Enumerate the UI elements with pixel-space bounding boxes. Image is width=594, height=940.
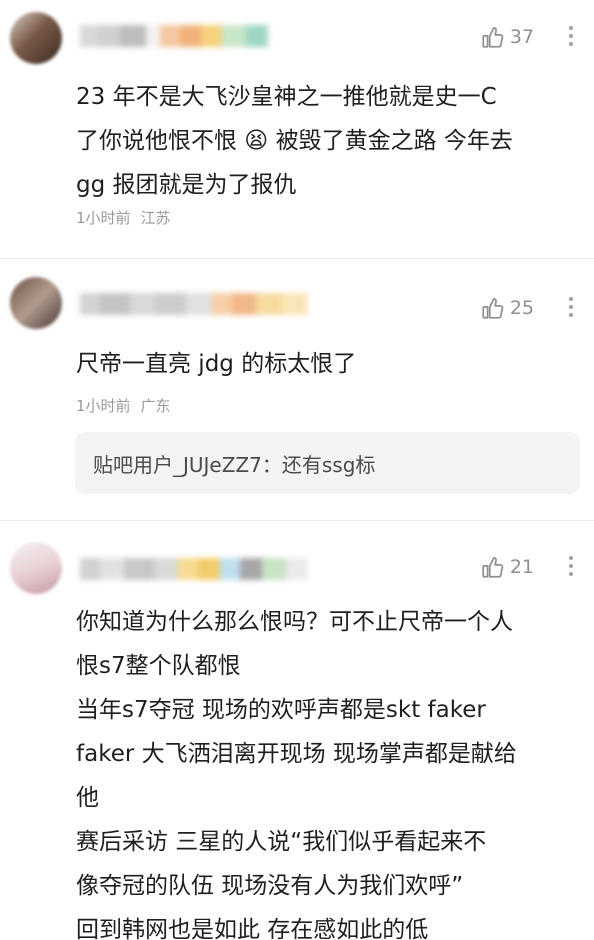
comment-location: 江苏 xyxy=(140,209,171,227)
thumbs-up-icon xyxy=(482,27,504,48)
username-blurred[interactable] xyxy=(80,558,308,580)
more-options-icon[interactable] xyxy=(568,26,574,46)
comment-text: 尺帝一直亮 jdg 的标太恨了 xyxy=(76,351,357,377)
username-blurred[interactable] xyxy=(80,25,268,47)
divider xyxy=(0,520,594,521)
like-button[interactable]: 21 xyxy=(480,554,534,580)
comment-text: 23 年不是大飞沙皇神之一推他就是史一C 了你说他恨不恨 😫 被毁了黄金之路 今… xyxy=(76,84,513,198)
more-options-icon[interactable] xyxy=(568,297,574,317)
comment-time: 1小时前 xyxy=(76,397,131,415)
avatar[interactable] xyxy=(10,12,62,64)
like-count: 37 xyxy=(509,26,534,48)
comment-text: 你知道为什么那么恨吗？可不止尺帝一个人 恨s7整个队都恨 当年s7夺冠 现场的欢… xyxy=(76,609,517,940)
like-button[interactable]: 37 xyxy=(480,24,534,50)
reply-preview[interactable]: 贴吧用户_JUJeZZ7：还有ssg标 xyxy=(75,432,580,494)
avatar[interactable] xyxy=(10,542,62,594)
like-count: 25 xyxy=(509,297,534,319)
comment-item: 37 23 年不是大飞沙皇神之一推他就是史一C 了你说他恨不恨 😫 被毁了黄金之… xyxy=(0,0,594,250)
comment-meta: 1小时前 广东 xyxy=(76,395,171,416)
like-button[interactable]: 25 xyxy=(480,295,534,321)
more-options-icon[interactable] xyxy=(568,556,574,576)
thumbs-up-icon xyxy=(482,557,504,578)
username-blurred[interactable] xyxy=(80,293,308,315)
comment-meta: 1小时前 江苏 xyxy=(76,207,171,228)
comment-location: 广东 xyxy=(140,397,171,415)
like-count: 21 xyxy=(509,556,534,578)
avatar[interactable] xyxy=(10,277,62,329)
thumbs-up-icon xyxy=(482,298,504,319)
divider xyxy=(0,258,594,259)
comment-time: 1小时前 xyxy=(76,209,131,227)
